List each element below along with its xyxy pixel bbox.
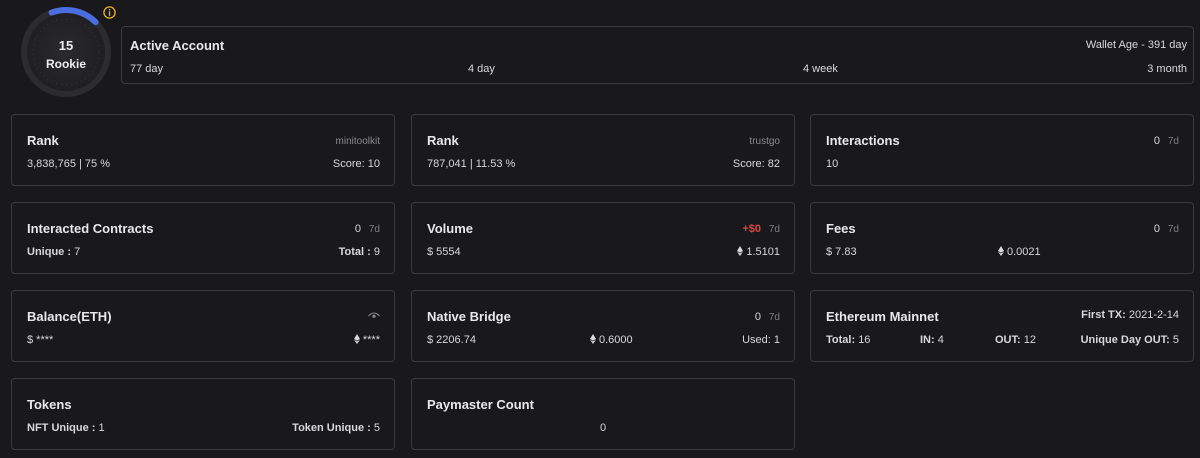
eth-icon — [998, 246, 1004, 256]
bridge-period: 7d — [768, 312, 780, 323]
volume-delta: +$0 — [742, 223, 761, 235]
eye-icon[interactable] — [368, 311, 380, 319]
fees-eth: 0.0021 — [1007, 246, 1041, 258]
fees-title: Fees — [826, 221, 856, 236]
rank-score: Score: 82 — [732, 158, 780, 170]
nft-unique-label: NFT Unique : — [27, 422, 96, 434]
eth-icon — [590, 334, 596, 344]
rank-source: trustgo — [749, 136, 780, 147]
eth-icon — [737, 246, 744, 256]
volume-card: Volume +$0 7d $ 5554 1.5101 — [411, 202, 795, 274]
rank-value: 787,041 | 11.53 % — [427, 158, 516, 170]
active-days-period: 4 day — [468, 63, 495, 75]
interactions-title: Interactions — [826, 133, 900, 148]
tokens-title: Tokens — [27, 397, 72, 412]
level-gauge: 15 Rookie — [20, 6, 112, 98]
active-account-card: Active Account Wallet Age - 391 day 77 d… — [121, 26, 1194, 84]
volume-eth: 1.5101 — [746, 246, 780, 258]
rank-score: Score: 10 — [332, 158, 380, 170]
total-value: 9 — [373, 246, 380, 258]
in-value: 4 — [937, 334, 944, 346]
unique-day-out-value: 5 — [1172, 334, 1179, 346]
total-label: Total : — [338, 246, 371, 258]
contracts-period: 7d — [368, 224, 380, 235]
first-tx-label: First TX: — [1081, 309, 1126, 321]
in-label: IN: — [920, 334, 935, 346]
bridge-eth: 0.6000 — [599, 334, 633, 346]
level-rank-name: Rookie — [45, 57, 86, 71]
used-value: 1 — [773, 334, 780, 346]
balance-title: Balance(ETH) — [27, 309, 112, 324]
nft-unique-value: 1 — [98, 422, 105, 434]
info-icon[interactable] — [103, 6, 116, 19]
tokens-card: Tokens NFT Unique : 1 Token Unique : 5 — [11, 378, 395, 450]
contracts-title: Interacted Contracts — [27, 221, 154, 236]
token-unique-value: 5 — [373, 422, 380, 434]
active-account-title: Active Account — [130, 38, 225, 53]
out-label: OUT: — [995, 334, 1021, 346]
bridge-delta: 0 — [754, 311, 761, 323]
fees-card: Fees 0 7d $ 7.83 0.0021 — [810, 202, 1194, 274]
total-label: Total: — [826, 334, 856, 346]
bridge-title: Native Bridge — [427, 309, 511, 324]
rank-value: 3,838,765 | 75 % — [27, 158, 110, 170]
interactions-delta: 0 — [1153, 135, 1160, 147]
bridge-usd: $ 2206.74 — [427, 334, 476, 346]
rank-source: minitoolkit — [335, 136, 380, 147]
balance-eth: **** — [362, 334, 380, 346]
contracts-card: Interacted Contracts 0 7d Unique : 7 Tot… — [11, 202, 395, 274]
token-unique-label: Token Unique : — [292, 422, 371, 434]
interactions-period: 7d — [1167, 136, 1179, 147]
mainnet-title: Ethereum Mainnet — [826, 309, 939, 324]
paymaster-title: Paymaster Count — [427, 397, 534, 412]
first-tx-value: 2021-2-14 — [1128, 309, 1179, 321]
used-label: Used: — [742, 334, 771, 346]
balance-usd: $ **** — [27, 334, 54, 346]
rank-minitoolkit-card: Rank minitoolkit 3,838,765 | 75 % Score:… — [11, 114, 395, 186]
fees-period: 7d — [1167, 224, 1179, 235]
interactions-value: 10 — [826, 158, 839, 170]
paymaster-value: 0 — [600, 422, 607, 434]
rank-title: Rank — [27, 133, 59, 148]
ethereum-mainnet-card: Ethereum Mainnet First TX: 2021-2-14 Tot… — [810, 290, 1194, 362]
unique-value: 7 — [74, 246, 81, 258]
fees-delta: 0 — [1153, 223, 1160, 235]
unique-label: Unique : — [27, 246, 71, 258]
paymaster-card: Paymaster Count 0 — [411, 378, 795, 450]
level-value: 15 — [58, 38, 74, 53]
active-months: 3 month — [1147, 63, 1187, 75]
rank-title: Rank — [427, 133, 459, 148]
contracts-delta: 0 — [354, 223, 361, 235]
wallet-age: Wallet Age - 391 day — [1085, 39, 1187, 51]
native-bridge-card: Native Bridge 0 7d $ 2206.74 0.6000 Used… — [411, 290, 795, 362]
eth-icon — [353, 334, 360, 344]
rank-trustgo-card: Rank trustgo 787,041 | 11.53 % Score: 82 — [411, 114, 795, 186]
active-days: 77 day — [130, 63, 164, 75]
interactions-card: Interactions 0 7d 10 — [810, 114, 1194, 186]
total-value: 16 — [858, 334, 871, 346]
balance-card: Balance(ETH) $ **** **** — [11, 290, 395, 362]
volume-usd: $ 5554 — [427, 246, 461, 258]
unique-day-out-label: Unique Day OUT: — [1080, 334, 1170, 346]
active-weeks: 4 week — [803, 63, 838, 75]
fees-usd: $ 7.83 — [826, 246, 857, 258]
volume-period: 7d — [768, 224, 780, 235]
out-value: 12 — [1023, 334, 1036, 346]
volume-title: Volume — [427, 221, 473, 236]
